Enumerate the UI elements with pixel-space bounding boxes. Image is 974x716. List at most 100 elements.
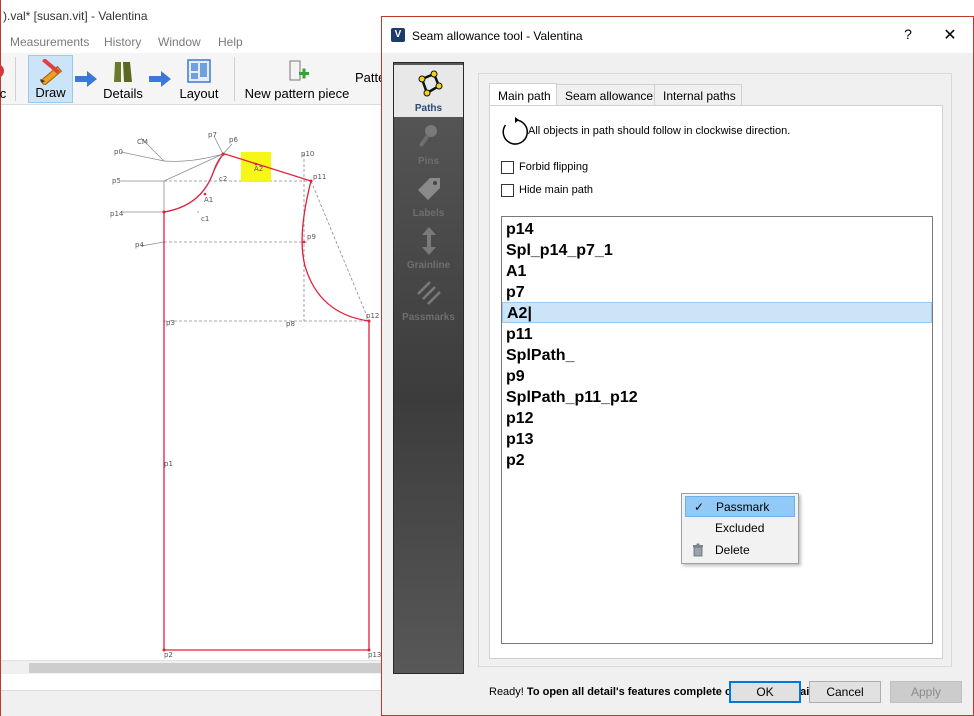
direction-hint: All objects in path should follow in clo… bbox=[528, 125, 791, 137]
menu-window[interactable]: Window bbox=[158, 35, 201, 49]
guide-line bbox=[222, 143, 233, 155]
scrollbar-thumb[interactable] bbox=[29, 663, 381, 673]
hide-main-path-label: Hide main path bbox=[519, 184, 593, 196]
main-window-title: ).val* [susan.vit] - Valentina bbox=[3, 9, 148, 23]
point-label: p13 bbox=[368, 651, 381, 659]
check-icon: ✓ bbox=[694, 500, 705, 514]
menu-history[interactable]: History bbox=[104, 35, 141, 49]
guide-line bbox=[310, 180, 370, 322]
pattern-canvas[interactable]: CM p0 p7 p6 p10 A2 p5 c2 p11 A1 p14 c1 p… bbox=[1, 106, 391, 662]
menu-item-excluded-label: Excluded bbox=[715, 521, 765, 535]
canvas-horizontal-scrollbar[interactable] bbox=[1, 660, 391, 674]
content-panel: Main path Seam allowance Internal paths … bbox=[478, 73, 952, 698]
new-pattern-piece-button[interactable]: New pattern piece bbox=[241, 55, 353, 103]
list-item[interactable]: p9 bbox=[502, 366, 932, 387]
tab-internal-paths[interactable]: Internal paths bbox=[654, 84, 742, 106]
pin-icon bbox=[418, 125, 437, 148]
arrow-right-icon bbox=[75, 71, 97, 87]
point-label: A2 bbox=[254, 165, 263, 173]
layout-mode-label: Layout bbox=[179, 86, 219, 101]
point-label: p11 bbox=[313, 173, 326, 181]
main-toolbar: c Draw Details Layout New pattern piece … bbox=[0, 53, 391, 105]
list-item[interactable]: p11 bbox=[502, 324, 932, 345]
tab-main-path[interactable]: Main path bbox=[489, 83, 557, 106]
point-label: p12 bbox=[366, 312, 379, 320]
point-label: p7 bbox=[208, 131, 217, 139]
list-item[interactable]: p7 bbox=[502, 282, 932, 303]
point-label: p5 bbox=[112, 177, 121, 185]
forbid-flipping-box[interactable] bbox=[501, 161, 514, 174]
ok-button[interactable]: OK bbox=[729, 681, 801, 703]
close-button[interactable]: ✕ bbox=[940, 25, 960, 45]
nav-item-grainline[interactable]: Grainline bbox=[394, 222, 463, 274]
list-item[interactable]: p12 bbox=[502, 408, 932, 429]
pattern-drawing: CM p0 p7 p6 p10 A2 p5 c2 p11 A1 p14 c1 p… bbox=[110, 131, 381, 659]
label-tag-icon bbox=[417, 178, 440, 200]
hide-main-path-box[interactable] bbox=[501, 184, 514, 197]
arrow-right-icon bbox=[149, 71, 171, 87]
apply-button[interactable]: Apply bbox=[890, 681, 962, 703]
toolbar-cut-label: c bbox=[0, 86, 7, 101]
cancel-button[interactable]: Cancel bbox=[809, 681, 881, 703]
point-label: p1 bbox=[164, 460, 173, 468]
dialog-titlebar: V Seam allowance tool - Valentina ? ✕ bbox=[382, 17, 973, 53]
guide-line bbox=[163, 153, 224, 182]
guide-line bbox=[140, 241, 165, 247]
nav-item-pins[interactable]: Pins bbox=[394, 118, 463, 170]
main-path-list[interactable]: p14 Spl_p14_p7_1 A1 p7 A2| p11 SplPath_ … bbox=[501, 216, 933, 644]
grainline-arrow-icon bbox=[421, 227, 436, 255]
side-navigation: Paths Pins Labels Grainline Passmarks bbox=[393, 62, 464, 674]
nav-label-paths: Paths bbox=[414, 103, 443, 114]
menu-item-delete-label: Delete bbox=[715, 543, 750, 557]
point-label: CM bbox=[137, 138, 148, 146]
toolbar-separator bbox=[15, 57, 16, 101]
list-item[interactable]: A1 bbox=[502, 261, 932, 282]
main-path-page: All objects in path should follow in clo… bbox=[489, 105, 943, 659]
point-label: p4 bbox=[135, 241, 144, 249]
garment-pieces-icon bbox=[114, 62, 132, 82]
list-item[interactable]: p2 bbox=[502, 450, 932, 471]
nav-label-grainline: Grainline bbox=[406, 260, 451, 271]
list-item[interactable]: Spl_p14_p7_1 bbox=[502, 240, 932, 261]
new-pattern-piece-label: New pattern piece bbox=[244, 86, 350, 101]
draw-mode-label: Draw bbox=[35, 85, 66, 100]
menu-item-passmark[interactable]: ✓ Passmark bbox=[685, 496, 795, 517]
main-titlebar: ).val* [susan.vit] - Valentina bbox=[1, 0, 391, 32]
nav-label-pins: Pins bbox=[417, 156, 440, 167]
list-item[interactable]: SplPath_ bbox=[502, 345, 932, 366]
details-mode-button[interactable]: Details bbox=[99, 55, 147, 103]
tab-seam-allowance[interactable]: Seam allowance bbox=[556, 84, 655, 106]
point-label: c2 bbox=[219, 175, 227, 183]
help-button[interactable]: ? bbox=[899, 26, 917, 44]
trash-icon bbox=[693, 543, 703, 557]
dialog-title: Seam allowance tool - Valentina bbox=[412, 29, 583, 43]
valentina-app-icon: V bbox=[391, 28, 405, 42]
point-label: p6 bbox=[229, 136, 238, 144]
list-item[interactable]: p13 bbox=[502, 429, 932, 450]
toolbar-cut-button[interactable]: c bbox=[0, 55, 11, 103]
layout-mode-button[interactable]: Layout bbox=[175, 55, 223, 103]
nav-item-passmarks[interactable]: Passmarks bbox=[394, 274, 463, 326]
menu-measurements[interactable]: Measurements bbox=[10, 35, 89, 49]
list-item-selected[interactable]: A2| bbox=[502, 302, 932, 323]
guide-curve bbox=[163, 153, 224, 213]
new-piece-icon bbox=[289, 60, 309, 81]
point-label: p10 bbox=[301, 150, 314, 158]
menu-help[interactable]: Help bbox=[218, 35, 243, 49]
status-ready: Ready! bbox=[489, 686, 524, 698]
seam-allowance-dialog: V Seam allowance tool - Valentina ? ✕ Pa… bbox=[381, 16, 974, 716]
menu-item-excluded[interactable]: Excluded bbox=[685, 518, 795, 539]
nav-item-labels[interactable]: Labels bbox=[394, 170, 463, 222]
toolbar-separator bbox=[234, 57, 235, 101]
list-item[interactable]: p14 bbox=[502, 219, 932, 240]
details-mode-label: Details bbox=[103, 86, 143, 101]
list-item[interactable]: SplPath_p11_p12 bbox=[502, 387, 932, 408]
nav-item-paths[interactable]: Paths bbox=[394, 65, 463, 117]
forbid-flipping-label: Forbid flipping bbox=[519, 161, 589, 173]
point-label: p2 bbox=[164, 651, 173, 659]
menu-item-delete[interactable]: Delete bbox=[685, 540, 795, 561]
menu-item-passmark-label: Passmark bbox=[716, 500, 770, 514]
draw-mode-button[interactable]: Draw bbox=[28, 55, 73, 103]
paths-icon bbox=[418, 70, 442, 97]
point-label: p14 bbox=[110, 210, 124, 218]
